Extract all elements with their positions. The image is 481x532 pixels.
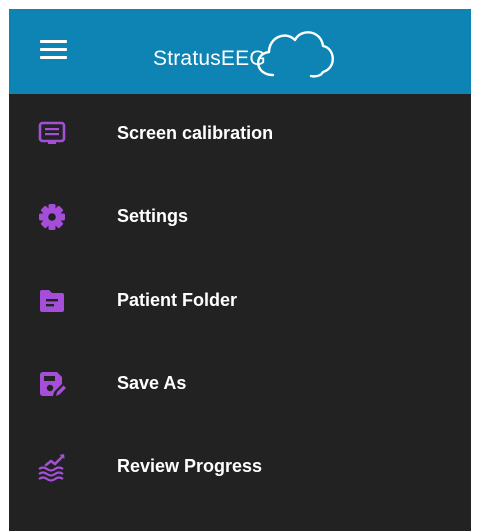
- monitor-icon: [38, 121, 66, 144]
- hamburger-line: [40, 56, 67, 59]
- menu-item-label: Review Progress: [117, 456, 263, 476]
- menu-item-label: Patient Folder: [117, 290, 238, 310]
- save-as-icon: [40, 372, 66, 396]
- gear-icon: [39, 204, 65, 230]
- hamburger-menu-icon[interactable]: [40, 38, 67, 60]
- menu-item-patient-folder[interactable]: Patient Folder: [9, 271, 471, 331]
- menu-item-label: Save As: [117, 373, 187, 393]
- logo-text: StratusEEG: [153, 47, 266, 70]
- folder-icon: [40, 290, 64, 312]
- hamburger-line: [40, 40, 67, 43]
- menu-header: StratusEEG: [9, 9, 471, 94]
- review-progress-icon: [38, 454, 65, 482]
- hamburger-line: [40, 48, 67, 51]
- stratuseeg-logo: StratusEEG: [149, 22, 349, 82]
- side-menu: StratusEEG Screen calibration Settings P…: [9, 9, 471, 531]
- menu-item-label: Settings: [117, 206, 189, 226]
- menu-item-review-progress[interactable]: Review Progress: [9, 437, 471, 497]
- menu-item-settings[interactable]: Settings: [9, 187, 471, 247]
- menu-item-label: Screen calibration: [117, 123, 274, 143]
- menu-item-save-as[interactable]: Save As: [9, 354, 471, 414]
- menu-item-screen-calibration[interactable]: Screen calibration: [9, 104, 471, 164]
